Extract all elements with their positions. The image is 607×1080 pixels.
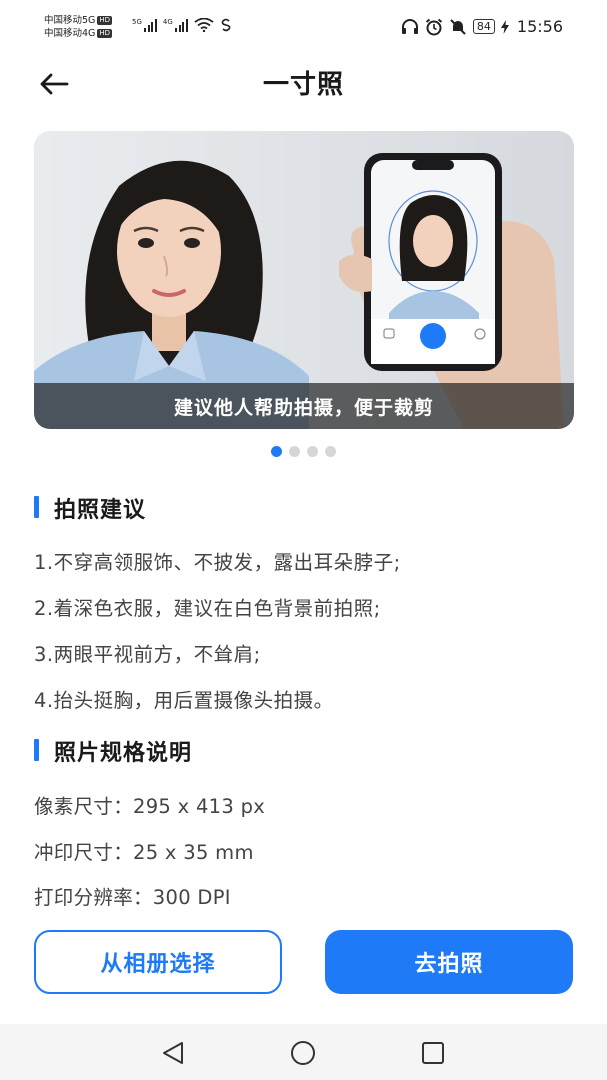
network-icons: 5G 4G	[132, 18, 232, 32]
mute-icon	[450, 18, 466, 35]
wifi-icon	[194, 18, 214, 32]
status-bar: 中国移动5G HD 中国移动4G HD 5G 4G 84 15:56	[0, 0, 607, 52]
alarm-icon	[425, 18, 443, 35]
choose-from-album-button[interactable]: 从相册选择	[34, 930, 282, 994]
status-indicators: 84 15:56	[401, 17, 563, 36]
page-title: 一寸照	[262, 70, 344, 100]
banner-caption: 建议他人帮助拍摄，便于裁剪	[34, 383, 574, 429]
charging-icon	[500, 19, 509, 34]
carousel-dot[interactable]	[307, 446, 318, 457]
signal-icon: 5G	[132, 18, 157, 32]
section-title-specs: 照片规格说明	[34, 735, 192, 767]
nav-back-button[interactable]	[158, 1038, 188, 1068]
headphones-icon	[401, 18, 418, 34]
section-title-tips: 拍照建议	[34, 492, 146, 524]
carousel-dot[interactable]	[325, 446, 336, 457]
system-nav-bar	[0, 1024, 607, 1080]
data-saver-icon	[221, 18, 231, 32]
circle-home-icon	[291, 1041, 315, 1065]
spec-pixel-size: 像素尺寸：295 x 413 px	[34, 795, 266, 818]
tip-item: 4.抬头挺胸，用后置摄像头拍摄。	[34, 689, 334, 712]
triangle-back-icon	[163, 1042, 183, 1064]
spec-resolution: 打印分辨率：300 DPI	[34, 886, 231, 909]
nav-recents-button[interactable]	[418, 1038, 448, 1068]
nav-home-button[interactable]	[288, 1038, 318, 1068]
spec-print-size: 冲印尺寸：25 x 35 mm	[34, 841, 254, 864]
square-recents-icon	[422, 1042, 444, 1064]
battery-indicator: 84	[472, 19, 495, 34]
tip-item: 1.不穿高领服饰、不披发，露出耳朵脖子;	[34, 551, 401, 574]
tip-item: 2.着深色衣服，建议在白色背景前拍照;	[34, 597, 381, 620]
tip-item: 3.两眼平视前方，不耸肩;	[34, 643, 261, 666]
carousel-dot[interactable]	[289, 446, 300, 457]
take-photo-button[interactable]: 去拍照	[325, 930, 573, 994]
banner-carousel[interactable]: 建议他人帮助拍摄，便于裁剪	[34, 131, 574, 429]
carousel-indicator	[0, 446, 607, 457]
clock: 15:56	[516, 17, 563, 36]
signal-icon: 4G	[163, 18, 188, 32]
carrier-info: 中国移动5G HD 中国移动4G HD	[44, 15, 113, 39]
carousel-dot[interactable]	[271, 446, 282, 457]
